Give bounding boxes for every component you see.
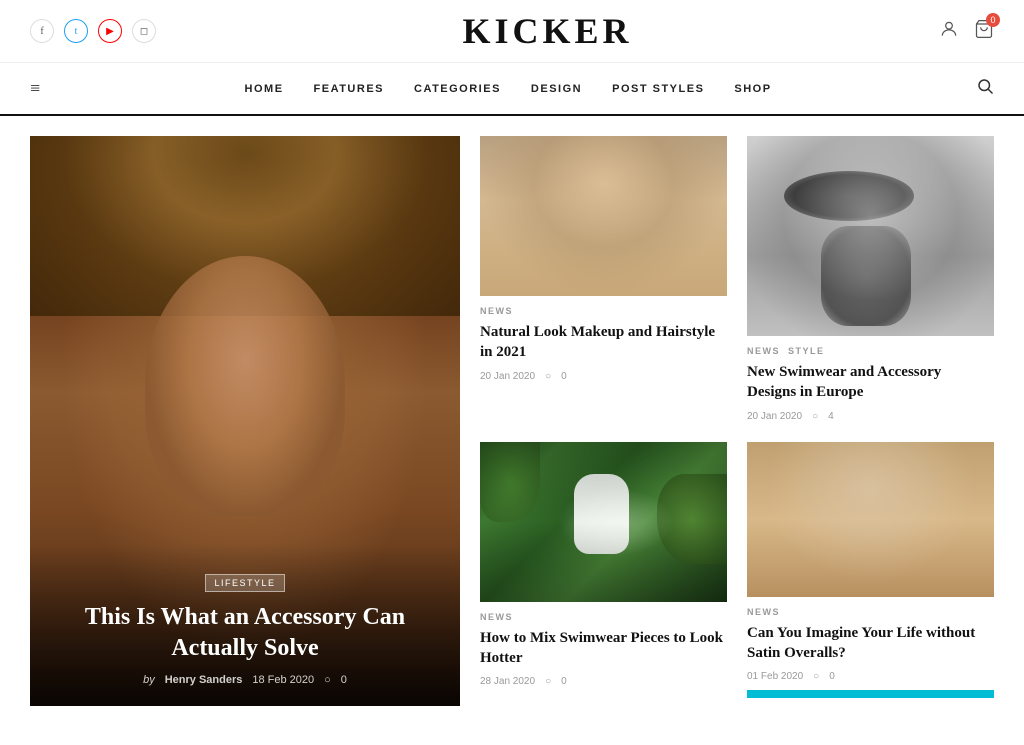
- cart-badge: 0: [986, 13, 1000, 27]
- nav-links: HOME FEATURES CATEGORIES DESIGN POST STY…: [245, 81, 772, 97]
- article-4-comment-icon: ○: [813, 671, 819, 682]
- social-icons: f t ▶ ◻: [30, 19, 156, 43]
- article-1-date: 20 Jan 2020: [480, 371, 535, 382]
- facebook-icon[interactable]: f: [30, 19, 54, 43]
- article-3-comment-icon: ○: [545, 676, 551, 687]
- article-3-meta: 28 Jan 2020 ○ 0: [480, 676, 727, 687]
- featured-date: 18 Feb 2020: [252, 674, 314, 686]
- article-2-tag-news: NEWS: [747, 346, 780, 356]
- top-right-icons: 0: [939, 19, 994, 44]
- article-3-comment-count: 0: [561, 676, 567, 687]
- top-bar: f t ▶ ◻ KICKER 0: [0, 0, 1024, 63]
- article-1-meta: 20 Jan 2020 ○ 0: [480, 371, 727, 382]
- article-2-image: [747, 136, 994, 336]
- article-card-4[interactable]: NEWS Can You Imagine Your Life without S…: [747, 442, 994, 699]
- featured-comment-icon: ○: [324, 674, 331, 686]
- article-2-meta: 20 Jan 2020 ○ 4: [747, 411, 994, 422]
- search-icon[interactable]: [976, 77, 994, 100]
- article-2-comment-icon: ○: [812, 411, 818, 422]
- article-1-tag: NEWS: [480, 306, 513, 316]
- featured-meta: by Henry Sanders 18 Feb 2020 ○ 0: [55, 674, 435, 686]
- article-4-title: Can You Imagine Your Life without Satin …: [747, 623, 994, 664]
- article-4-image: [747, 442, 994, 597]
- user-icon[interactable]: [939, 19, 959, 44]
- article-3-image: [480, 442, 727, 602]
- featured-author: Henry Sanders: [165, 674, 243, 686]
- nav-item-design[interactable]: DESIGN: [531, 81, 582, 97]
- article-4-date: 01 Feb 2020: [747, 671, 803, 682]
- article-3-tags: NEWS: [480, 612, 727, 622]
- hamburger-menu[interactable]: ≡: [30, 78, 40, 99]
- featured-image: LIFESTYLE This Is What an Accessory Can …: [30, 136, 460, 706]
- featured-article[interactable]: LIFESTYLE This Is What an Accessory Can …: [30, 136, 460, 706]
- main-content: LIFESTYLE This Is What an Accessory Can …: [0, 116, 1024, 726]
- featured-comment-count: 0: [341, 674, 347, 686]
- featured-tag: LIFESTYLE: [205, 574, 284, 592]
- article-card-3[interactable]: NEWS How to Mix Swimwear Pieces to Look …: [480, 442, 727, 699]
- teal-bar: [747, 690, 994, 698]
- featured-title: This Is What an Accessory Can Actually S…: [55, 602, 435, 664]
- article-4-tags: NEWS: [747, 607, 994, 617]
- instagram-icon[interactable]: ◻: [132, 19, 156, 43]
- site-title: KICKER: [462, 10, 632, 52]
- article-1-tags: NEWS: [480, 306, 727, 316]
- article-card-2[interactable]: NEWS STYLE New Swimwear and Accessory De…: [747, 136, 994, 422]
- article-3-title: How to Mix Swimwear Pieces to Look Hotte…: [480, 628, 727, 669]
- article-4-tag: NEWS: [747, 607, 780, 617]
- article-3-tag: NEWS: [480, 612, 513, 622]
- article-1-comment-icon: ○: [545, 371, 551, 382]
- article-2-tags: NEWS STYLE: [747, 346, 994, 356]
- article-3-date: 28 Jan 2020: [480, 676, 535, 687]
- nav-item-categories[interactable]: CATEGORIES: [414, 81, 501, 97]
- navigation: ≡ HOME FEATURES CATEGORIES DESIGN POST S…: [0, 63, 1024, 116]
- featured-by: by: [143, 674, 155, 686]
- nav-item-shop[interactable]: SHOP: [734, 81, 771, 97]
- youtube-icon[interactable]: ▶: [98, 19, 122, 43]
- article-4-meta: 01 Feb 2020 ○ 0: [747, 671, 994, 682]
- article-1-title: Natural Look Makeup and Hairstyle in 202…: [480, 322, 727, 363]
- article-card-1[interactable]: NEWS Natural Look Makeup and Hairstyle i…: [480, 136, 727, 422]
- article-grid: NEWS Natural Look Makeup and Hairstyle i…: [480, 136, 994, 706]
- twitter-icon[interactable]: t: [64, 19, 88, 43]
- article-2-tag-style: STYLE: [788, 346, 825, 356]
- article-2-date: 20 Jan 2020: [747, 411, 802, 422]
- featured-overlay: LIFESTYLE This Is What an Accessory Can …: [30, 544, 460, 706]
- article-2-title: New Swimwear and Accessory Designs in Eu…: [747, 362, 994, 403]
- nav-item-post-styles[interactable]: POST STYLES: [612, 81, 704, 97]
- article-2-comment-count: 4: [828, 411, 834, 422]
- nav-item-home[interactable]: HOME: [245, 81, 284, 97]
- article-1-image: [480, 136, 727, 296]
- face-overlay: [145, 256, 345, 516]
- cart-icon[interactable]: 0: [974, 19, 994, 44]
- nav-item-features[interactable]: FEATURES: [314, 81, 384, 97]
- article-1-comment-count: 0: [561, 371, 567, 382]
- article-4-comment-count: 0: [829, 671, 835, 682]
